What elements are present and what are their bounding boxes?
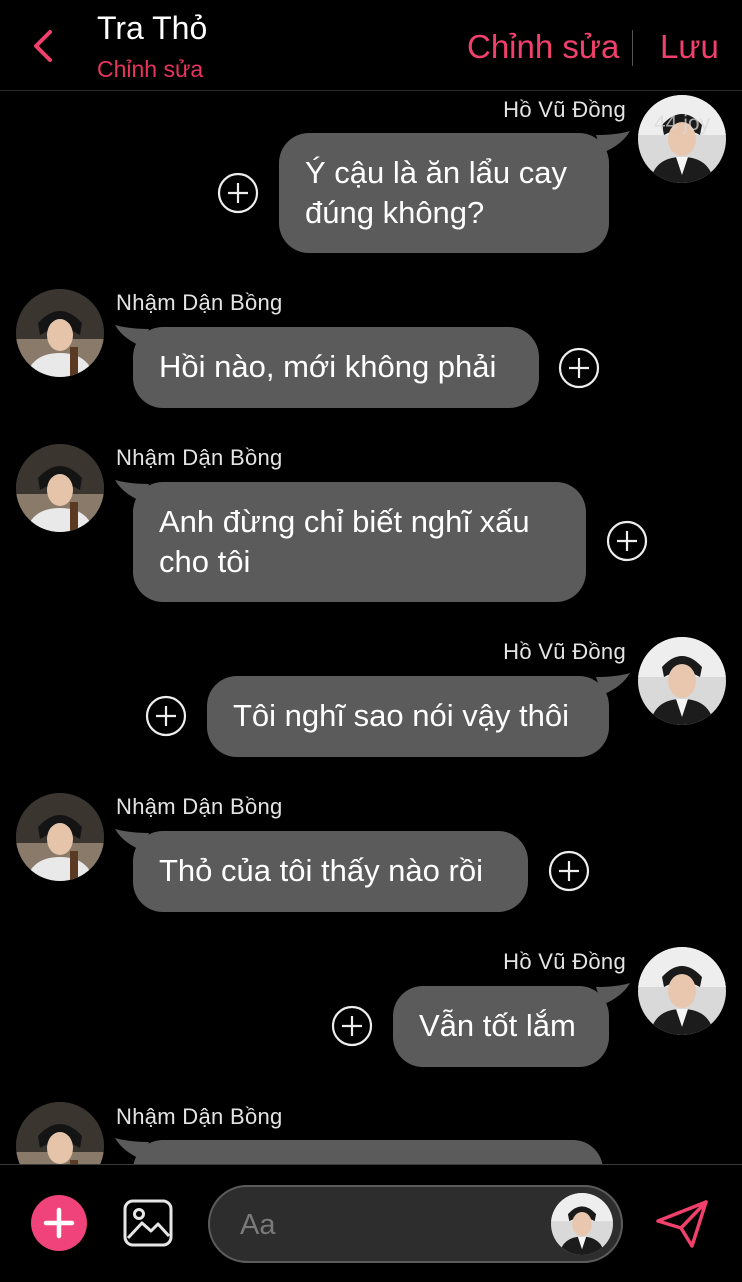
add-attachment-button[interactable] xyxy=(31,1195,87,1251)
chat-subtitle: Chỉnh sửa xyxy=(97,56,204,82)
sender-name: Nhậm Dận Bồng xyxy=(116,794,283,819)
message-text-line: Vẫn tốt lắm xyxy=(419,1008,576,1043)
add-reaction-icon[interactable] xyxy=(606,520,648,562)
message-bubble[interactable]: Thỏ của tôi thấy nào rồi xyxy=(133,831,528,912)
avatar-ho-vu-dong[interactable] xyxy=(638,95,726,183)
chat-header: Tra Thỏ Chỉnh sửa Chỉnh sửa Lưu xyxy=(0,0,742,91)
sender-name: Nhậm Dận Bồng xyxy=(116,290,283,315)
message-bubble[interactable]: Anh đừng chỉ biết nghĩ xấu cho tôi xyxy=(133,482,586,602)
message-text-line: Anh đừng chỉ biết nghĩ xấu xyxy=(159,504,530,539)
add-reaction-icon[interactable] xyxy=(217,172,259,214)
message-text-line: Ý cậu là ăn lẩu cay xyxy=(305,155,567,190)
header-divider xyxy=(632,30,633,66)
back-chevron-icon[interactable] xyxy=(30,28,58,64)
save-button[interactable]: Lưu xyxy=(660,28,719,66)
composer-bar: Aa xyxy=(0,1164,742,1282)
persona-avatar[interactable] xyxy=(551,1193,613,1255)
plus-icon xyxy=(43,1207,75,1239)
sender-name: Hồ Vũ Đồng xyxy=(503,949,626,974)
message-bubble[interactable]: Hồi nào, mới không phải xyxy=(133,327,539,408)
image-icon[interactable] xyxy=(122,1198,174,1248)
sender-name: Hồ Vũ Đồng xyxy=(503,97,626,122)
message-bubble[interactable]: Vẫn tốt lắm xyxy=(393,986,609,1067)
avatar-nham-dan-bong[interactable] xyxy=(16,444,104,532)
message-text-line: cho tôi xyxy=(159,544,251,579)
message-text-line: Hồi nào, mới không phải xyxy=(159,349,497,384)
message-text-line: Thỏ của tôi thấy nào rồi xyxy=(159,853,483,888)
add-reaction-icon[interactable] xyxy=(548,850,590,892)
message-input[interactable]: Aa xyxy=(208,1185,623,1263)
add-reaction-icon[interactable] xyxy=(145,695,187,737)
message-bubble[interactable] xyxy=(133,1140,603,1164)
message-list[interactable]: Hồ Vũ Đồng Ý cậu là ăn lẩu cay đúng khôn… xyxy=(0,91,742,1164)
chat-title: Tra Thỏ xyxy=(97,10,208,46)
message-text-line: Tôi nghĩ sao nói vậy thôi xyxy=(233,698,570,733)
sender-name: Nhậm Dận Bồng xyxy=(116,445,283,470)
avatar-nham-dan-bong[interactable] xyxy=(16,289,104,377)
sender-name: Nhậm Dận Bồng xyxy=(116,1104,283,1129)
sender-name: Hồ Vũ Đồng xyxy=(503,639,626,664)
avatar-ho-vu-dong[interactable] xyxy=(638,947,726,1035)
message-input-placeholder: Aa xyxy=(240,1209,276,1241)
avatar-nham-dan-bong[interactable] xyxy=(16,1102,104,1164)
watermark: 44 joy xyxy=(654,112,711,135)
avatar-ho-vu-dong[interactable] xyxy=(638,637,726,725)
add-reaction-icon[interactable] xyxy=(331,1005,373,1047)
avatar-nham-dan-bong[interactable] xyxy=(16,793,104,881)
add-reaction-icon[interactable] xyxy=(558,347,600,389)
message-text-line: đúng không? xyxy=(305,195,485,230)
message-bubble[interactable]: Ý cậu là ăn lẩu cay đúng không? xyxy=(279,133,609,253)
message-bubble[interactable]: Tôi nghĩ sao nói vậy thôi xyxy=(207,676,609,757)
send-icon[interactable] xyxy=(654,1199,710,1249)
edit-button[interactable]: Chỉnh sửa xyxy=(467,28,619,66)
